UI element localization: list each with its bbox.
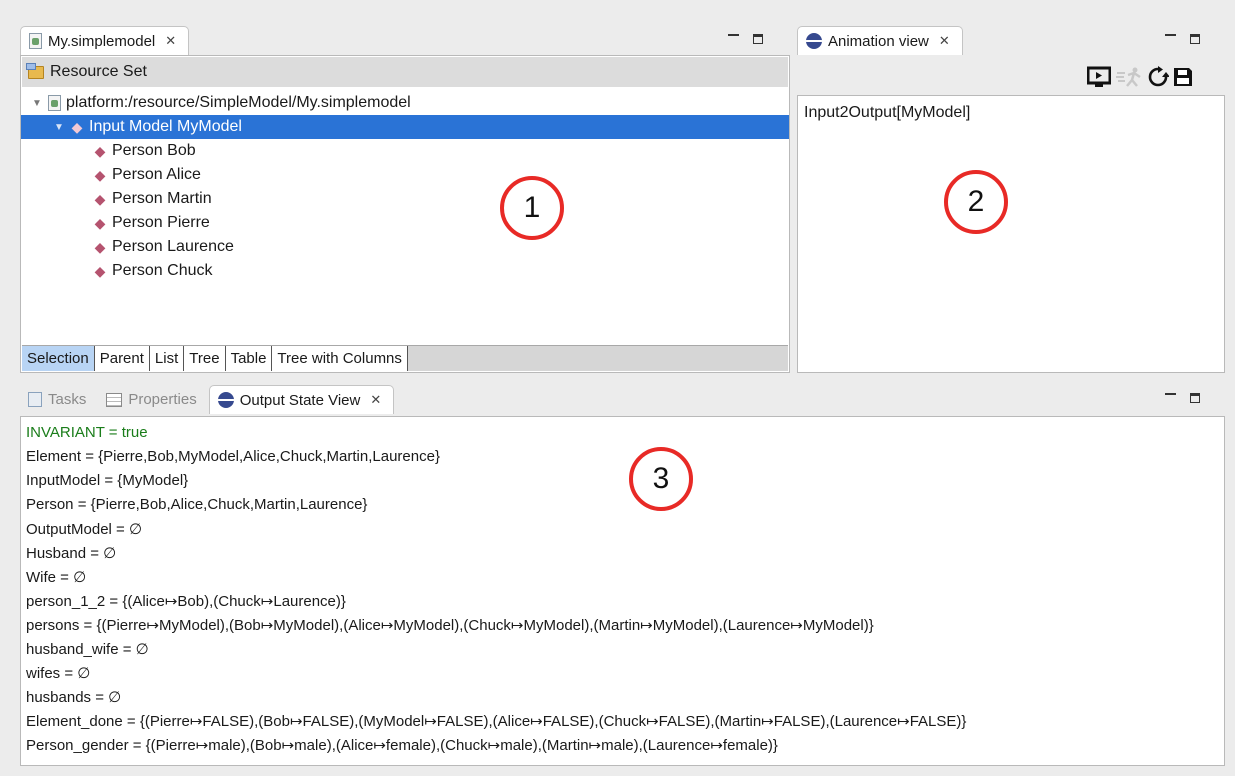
save-icon[interactable] [1172, 66, 1194, 94]
person-label: Person Pierre [112, 214, 210, 231]
tab-properties[interactable]: Properties [98, 385, 208, 414]
marker-number: 2 [967, 185, 985, 218]
minimize-icon[interactable] [1165, 34, 1176, 36]
tree-row-person[interactable]: ◆ Person Martin [93, 187, 212, 211]
resource-set-icon [26, 62, 44, 79]
marker-circle-1: 1 [500, 176, 564, 240]
resource-set-header[interactable]: Resource Set [22, 57, 788, 87]
person-element-icon: ◆ [94, 214, 106, 231]
person-label: Person Martin [112, 190, 212, 207]
expand-triangle-icon[interactable]: ▼ [31, 98, 43, 109]
close-icon[interactable]: ✕ [165, 33, 176, 49]
tasks-tab-label: Tasks [48, 391, 87, 408]
animation-operation-item[interactable]: Input2Output[MyModel] [804, 104, 970, 122]
marker-circle-2: 2 [944, 170, 1008, 234]
bottom-window-controls [1165, 393, 1200, 403]
tab-animation-view[interactable]: Animation view ✕ [797, 26, 963, 55]
page-tab-list[interactable]: List [149, 346, 185, 371]
maximize-icon[interactable] [1190, 34, 1200, 44]
tree-row-person[interactable]: ◆ Person Pierre [93, 211, 210, 235]
close-icon[interactable]: ✕ [370, 392, 381, 408]
marker-number: 3 [652, 462, 670, 495]
editor-tabbar: My.simplemodel ✕ [20, 24, 790, 55]
editor-tab-label: My.simplemodel [48, 32, 156, 50]
output-state-view-icon [217, 392, 234, 408]
minimize-icon[interactable] [728, 34, 739, 36]
person-element-icon: ◆ [94, 166, 106, 183]
model-file-icon [29, 33, 42, 49]
expand-triangle-icon[interactable]: ▼ [53, 122, 65, 133]
editor-page-tabs: Selection Parent List Tree Table Tree wi… [22, 345, 788, 371]
state-line[interactable]: InputModel = {MyModel} [26, 472, 188, 489]
model-element-icon: ◆ [71, 118, 83, 135]
properties-tab-label: Properties [128, 391, 197, 408]
animation-tab-label: Animation view [828, 32, 929, 50]
state-line[interactable]: Element_done = {(Pierre↦FALSE),(Bob↦FALS… [26, 712, 966, 730]
tab-output-state-view[interactable]: Output State View ✕ [208, 385, 395, 414]
tree-row-person[interactable]: ◆ Person Laurence [93, 235, 234, 259]
refresh-icon[interactable] [1147, 66, 1170, 94]
state-line[interactable]: Person_gender = {(Pierre↦male),(Bob↦male… [26, 736, 778, 754]
page-tab-table[interactable]: Table [225, 346, 273, 371]
tree-root-label: platform:/resource/SimpleModel/My.simple… [66, 94, 411, 111]
state-line[interactable]: Wife = ∅ [26, 568, 86, 586]
minimize-icon[interactable] [1165, 393, 1176, 395]
animation-panel: Input2Output[MyModel] 2 [797, 95, 1225, 373]
person-label: Person Bob [112, 142, 196, 159]
close-icon[interactable]: ✕ [939, 33, 950, 49]
animation-view-icon [806, 33, 822, 49]
model-file-icon [48, 95, 61, 111]
properties-icon [106, 392, 123, 407]
page-tab-tree[interactable]: Tree [184, 346, 226, 371]
editor-panel: Resource Set ▼ platform:/resource/Simple… [20, 55, 790, 373]
person-label: Person Chuck [112, 262, 213, 279]
person-element-icon: ◆ [94, 262, 106, 279]
state-line[interactable]: OutputModel = ∅ [26, 520, 142, 538]
run-disabled-icon[interactable] [1116, 66, 1142, 94]
state-line[interactable]: husbands = ∅ [26, 688, 121, 706]
tree-row-person[interactable]: ◆ Person Bob [93, 139, 196, 163]
state-line[interactable]: husband_wife = ∅ [26, 640, 149, 658]
state-line[interactable]: wifes = ∅ [26, 664, 90, 682]
page-tab-selection[interactable]: Selection [22, 346, 95, 371]
animation-window-controls [1165, 34, 1200, 44]
person-element-icon: ◆ [94, 190, 106, 207]
tree-row-person[interactable]: ◆ Person Chuck [93, 259, 213, 283]
state-line[interactable]: Person = {Pierre,Bob,Alice,Chuck,Martin,… [26, 496, 367, 513]
state-line[interactable]: person_1_2 = {(Alice↦Bob),(Chuck↦Laurenc… [26, 592, 346, 610]
person-element-icon: ◆ [94, 238, 106, 255]
tree-row-model[interactable]: ▼ ◆ Input Model MyModel [21, 115, 789, 139]
tree-row-root[interactable]: ▼ platform:/resource/SimpleModel/My.simp… [31, 91, 411, 115]
marker-circle-3: 3 [629, 447, 693, 511]
output-state-panel: INVARIANT = true Element = {Pierre,Bob,M… [20, 416, 1225, 766]
invariant-line[interactable]: INVARIANT = true [26, 424, 148, 441]
maximize-icon[interactable] [1190, 393, 1200, 403]
maximize-icon[interactable] [753, 34, 763, 44]
play-screen-icon[interactable] [1086, 66, 1112, 94]
resource-set-label: Resource Set [50, 63, 147, 80]
animation-tabbar: Animation view ✕ [797, 24, 1225, 55]
tree-row-person[interactable]: ◆ Person Alice [93, 163, 201, 187]
page-tab-parent[interactable]: Parent [94, 346, 150, 371]
page-tab-tree-with-columns[interactable]: Tree with Columns [272, 346, 408, 371]
state-line[interactable]: Element = {Pierre,Bob,MyModel,Alice,Chuc… [26, 448, 440, 465]
tree-model-label: Input Model MyModel [89, 118, 242, 135]
person-label: Person Alice [112, 166, 201, 183]
tasks-icon [28, 392, 42, 407]
state-line[interactable]: Husband = ∅ [26, 544, 116, 562]
person-label: Person Laurence [112, 238, 234, 255]
editor-window-controls [728, 34, 763, 44]
person-element-icon: ◆ [94, 142, 106, 159]
state-line[interactable]: persons = {(Pierre↦MyModel),(Bob↦MyModel… [26, 616, 874, 634]
output-tab-label: Output State View [239, 391, 361, 409]
bottom-tabbar: Tasks Properties Output State View ✕ [20, 383, 1225, 414]
tab-my-simplemodel[interactable]: My.simplemodel ✕ [20, 26, 190, 55]
tab-tasks[interactable]: Tasks [20, 385, 98, 414]
marker-number: 1 [523, 191, 541, 224]
